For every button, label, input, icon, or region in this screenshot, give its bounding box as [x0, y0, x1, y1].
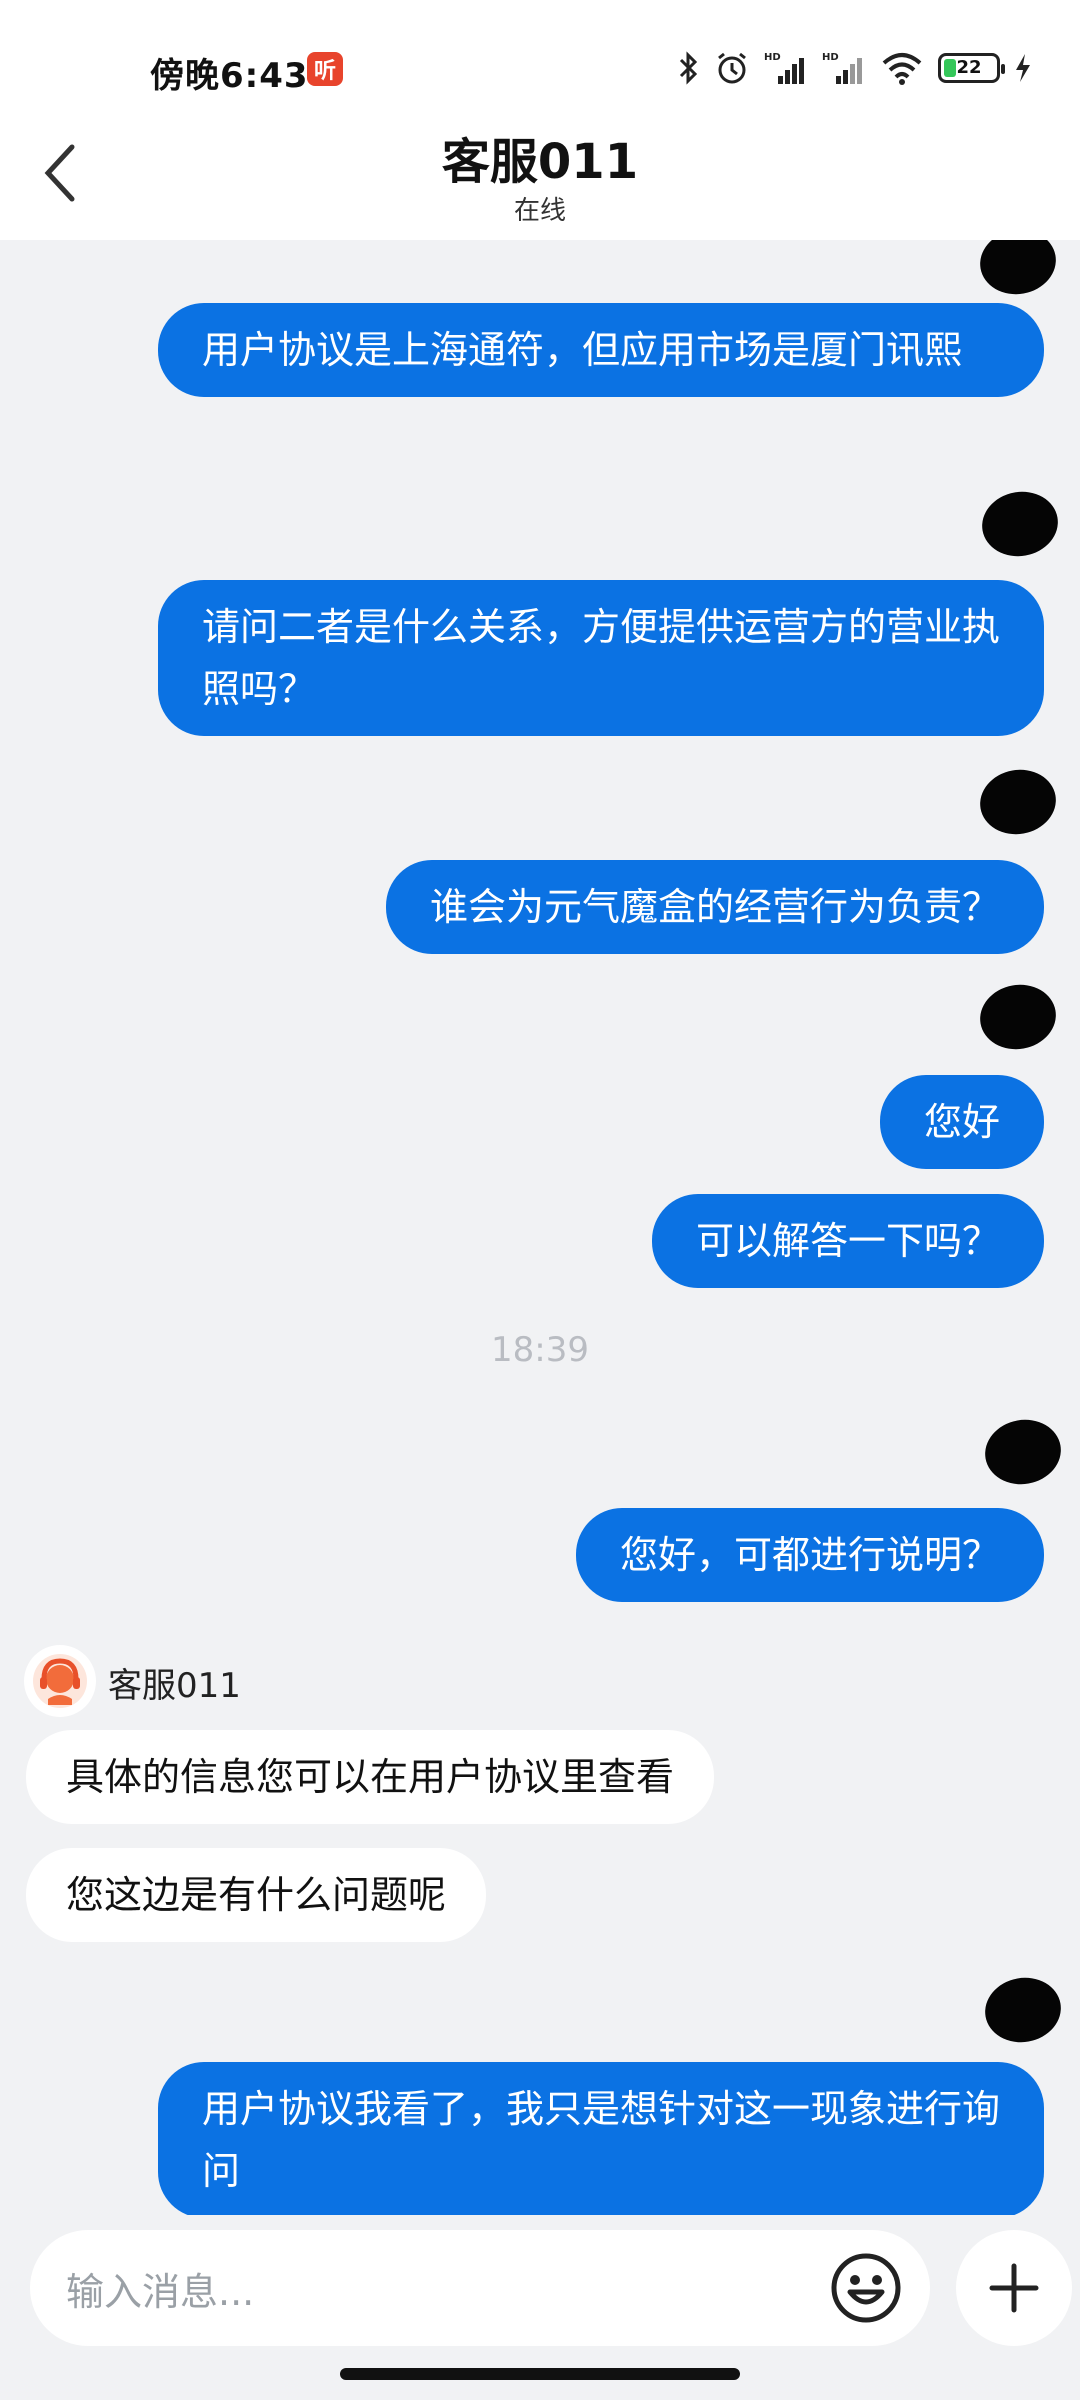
message-text: 您好 [923, 1100, 1000, 1144]
message-text: 谁会为元气魔盒的经营行为负责？ [429, 885, 1000, 929]
svg-text:HD: HD [822, 52, 839, 63]
plus-icon [989, 2263, 1039, 2313]
charging-icon [1016, 54, 1030, 82]
battery-indicator: 22 [938, 53, 1005, 83]
message-input[interactable]: 输入消息... [30, 2230, 930, 2346]
message-bubble-incoming[interactable]: 具体的信息您可以在用户协议里查看 [26, 1730, 715, 1824]
redacted-avatar [975, 763, 1061, 841]
redacted-avatar [977, 485, 1063, 563]
message-list[interactable]: 用户协议是上海通符，但应用市场是厦门讯熙 请问二者是什么关系，方便提供运营方的营… [0, 240, 1080, 2215]
message-bubble-incoming[interactable]: 您这边是有什么问题呢 [26, 1848, 487, 1942]
redacted-avatar [980, 1971, 1066, 2049]
time-divider: 18:39 [491, 1330, 589, 1370]
message-bubble-outgoing[interactable]: 可以解答一下吗？ [651, 1194, 1044, 1288]
status-icons: HD HD 22 [678, 46, 1032, 90]
status-bar: 傍晚6:43 听 HD HD 22 [0, 0, 1080, 140]
message-input-placeholder: 输入消息... [66, 2269, 255, 2314]
message-text: 请问二者是什么关系，方便提供运营方的营业执照吗？ [202, 605, 1001, 711]
redacted-avatar [975, 978, 1061, 1056]
home-indicator[interactable] [340, 2368, 740, 2380]
emoji-button[interactable] [828, 2250, 904, 2326]
svg-text:HD: HD [764, 52, 781, 63]
bluetooth-icon [679, 51, 698, 85]
online-status: 在线 [513, 196, 566, 226]
chat-header: 客服011 在线 [0, 120, 1080, 240]
alarm-icon [718, 52, 746, 84]
message-text: 可以解答一下吗？ [695, 1219, 1000, 1263]
smiley-icon [831, 2253, 901, 2323]
redacted-avatar [980, 1413, 1066, 1491]
message-bubble-outgoing[interactable]: 您好，可都进行说明？ [575, 1508, 1044, 1602]
chat-title: 客服011 [441, 134, 639, 190]
message-bubble-outgoing[interactable]: 用户协议是上海通符，但应用市场是厦门讯熙 [158, 303, 1044, 397]
status-time: 傍晚6:43 [150, 56, 309, 96]
add-attachment-button[interactable] [956, 2230, 1072, 2346]
customer-service-icon [33, 1654, 87, 1708]
signal-hd-1-icon: HD [764, 52, 804, 84]
agent-name: 客服011 [108, 1666, 241, 1706]
agent-avatar[interactable] [24, 1645, 96, 1717]
wifi-icon [882, 53, 922, 85]
message-bubble-outgoing[interactable]: 您好 [879, 1075, 1044, 1169]
message-text: 您好，可都进行说明？ [619, 1533, 1000, 1577]
message-bubble-outgoing[interactable]: 请问二者是什么关系，方便提供运营方的营业执照吗？ [158, 580, 1044, 736]
message-text: 用户协议我看了，我只是想针对这一现象进行询问 [202, 2087, 1001, 2193]
message-text: 您这边是有什么问题呢 [66, 1873, 447, 1917]
message-text: 用户协议是上海通符，但应用市场是厦门讯熙 [202, 328, 963, 372]
message-text: 具体的信息您可以在用户协议里查看 [66, 1755, 675, 1799]
message-bubble-outgoing[interactable]: 用户协议我看了，我只是想针对这一现象进行询问 [158, 2062, 1044, 2215]
message-bubble-outgoing[interactable]: 谁会为元气魔盒的经营行为负责？ [385, 860, 1044, 954]
signal-hd-2-icon: HD [822, 52, 862, 84]
battery-level: 22 [956, 57, 982, 78]
listen-app-icon: 听 [307, 52, 343, 86]
redacted-avatar [975, 240, 1061, 301]
